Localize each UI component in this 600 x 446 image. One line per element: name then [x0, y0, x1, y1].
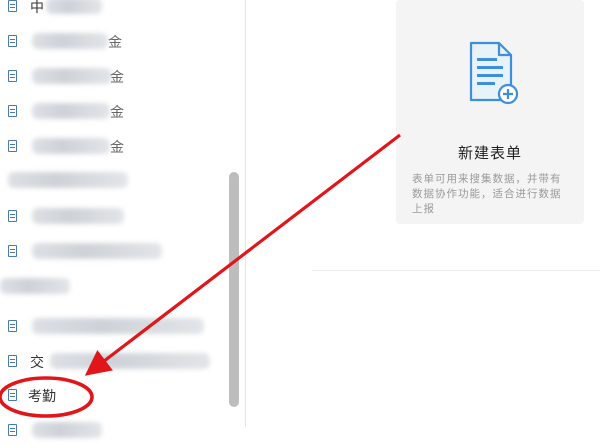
list-item[interactable]: [0, 312, 228, 342]
new-form-description: 表单可用来搜集数据，并带有数据协作功能，适合进行数据上报: [412, 173, 562, 215]
new-form-title: 新建表单: [457, 144, 522, 162]
sidebar-form-list: 中 金 金 金 金 交 考勤: [0, 0, 246, 438]
list-item[interactable]: 金: [0, 27, 228, 57]
list-item[interactable]: [0, 237, 228, 267]
redacted-text: [0, 278, 70, 294]
list-item[interactable]: 中: [0, 0, 228, 22]
document-icon: [8, 389, 17, 401]
redacted-text: [32, 318, 204, 334]
document-icon: [8, 245, 17, 257]
redacted-text: [32, 68, 112, 84]
redacted-text: [32, 243, 162, 259]
document-icon: [8, 105, 17, 117]
list-item[interactable]: 金: [0, 132, 228, 162]
list-item[interactable]: [0, 166, 228, 196]
list-item[interactable]: [0, 272, 228, 302]
list-item[interactable]: [0, 202, 228, 232]
list-item-label: 金: [108, 35, 122, 51]
list-item-label: 金: [110, 105, 124, 121]
list-item[interactable]: 金: [0, 97, 228, 127]
document-icon: [8, 210, 17, 222]
document-icon: [8, 0, 17, 12]
list-item-label: 考勤: [28, 389, 56, 405]
document-icon: [8, 70, 17, 82]
document-icon: [8, 424, 17, 436]
document-icon: [8, 320, 17, 332]
document-icon: [8, 140, 17, 152]
list-item-label: 金: [110, 70, 124, 86]
sidebar-scrollbar[interactable]: [229, 172, 239, 407]
redacted-text: [32, 208, 124, 224]
form-plus-icon: [469, 41, 519, 105]
list-item-label: 交: [30, 355, 44, 371]
document-icon: [8, 355, 17, 367]
list-item-label: 中: [30, 0, 44, 16]
redacted-text: [32, 138, 110, 154]
list-item-attendance[interactable]: 考勤: [0, 381, 228, 411]
divider: [312, 270, 600, 271]
redacted-text: [32, 422, 102, 438]
list-item[interactable]: [0, 416, 228, 446]
list-item[interactable]: 交: [0, 347, 228, 377]
redacted-text: [46, 0, 102, 14]
redacted-text: [32, 33, 108, 49]
document-icon: [8, 35, 17, 47]
redacted-text: [32, 103, 110, 119]
redacted-text: [8, 172, 128, 188]
list-item[interactable]: 金: [0, 62, 228, 92]
redacted-text: [50, 353, 210, 369]
list-item-label: 金: [110, 140, 124, 156]
